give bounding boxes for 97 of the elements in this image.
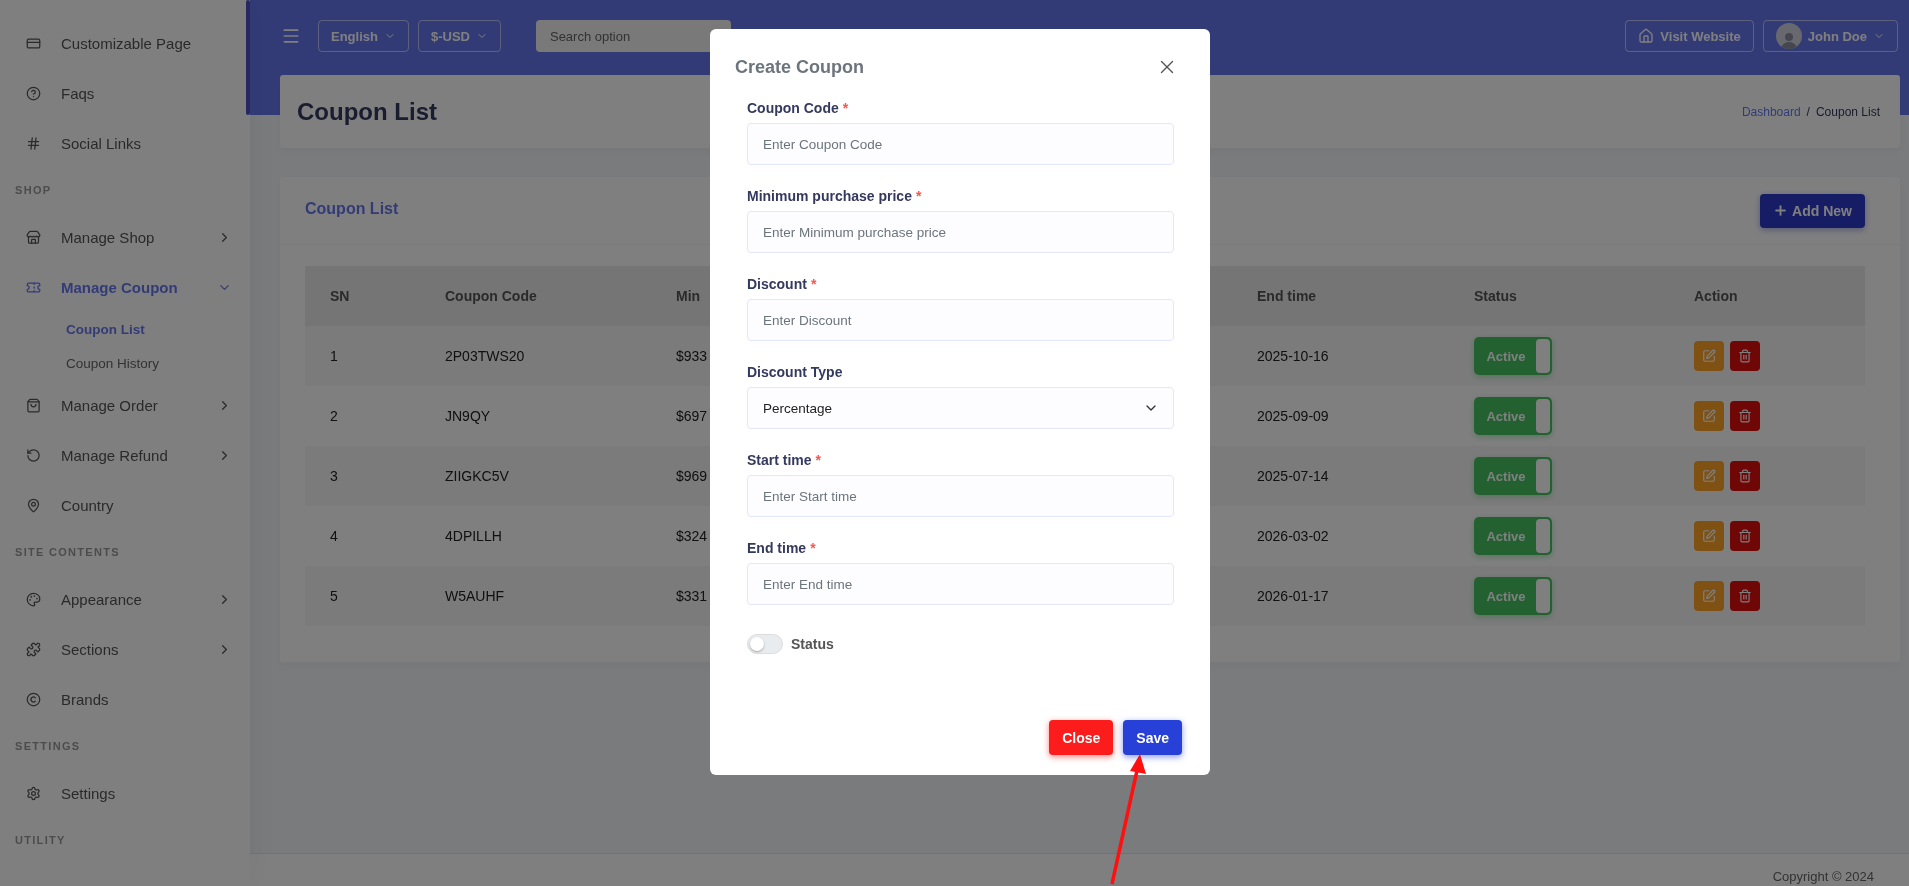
column-header: SN [305, 266, 420, 326]
sidebar-item[interactable]: Appearance [0, 574, 250, 624]
trash-icon [1738, 349, 1752, 363]
table-cell: 2026-01-17 [1232, 566, 1449, 626]
search-field[interactable]: Search option [535, 20, 731, 52]
sidebar-subitem[interactable]: Coupon History [0, 346, 250, 380]
status-toggle[interactable]: Active [1474, 337, 1552, 375]
sidebar-item[interactable]: Manage Order [0, 380, 250, 430]
close-button[interactable]: Close [1049, 720, 1114, 755]
table-cell: 3 [305, 446, 420, 506]
trash-icon [1738, 589, 1752, 603]
input-field[interactable]: Enter Start time [747, 475, 1174, 517]
status-toggle[interactable]: Active [1474, 517, 1552, 555]
input-field[interactable]: Enter Discount [747, 299, 1174, 341]
copyright-text: Copyright © 2024 [1772, 869, 1874, 886]
input-field[interactable]: Enter Minimum purchase price [747, 211, 1174, 253]
bag-icon [26, 397, 41, 413]
pin-icon [26, 497, 41, 513]
input-field[interactable]: Enter End time [747, 563, 1174, 605]
edit-icon [1702, 349, 1716, 363]
palette-icon [26, 591, 41, 607]
sidebar-item[interactable]: Manage Coupon [0, 262, 250, 312]
user-menu[interactable]: John Doe [1762, 20, 1898, 52]
plus-icon [1773, 203, 1789, 218]
delete-button[interactable] [1730, 341, 1760, 371]
trash-icon [1738, 529, 1752, 543]
edit-icon [1702, 469, 1716, 483]
field-label: Discount * [747, 276, 818, 292]
ticket-icon [26, 279, 41, 295]
edit-button[interactable] [1694, 401, 1724, 431]
switch-label: Status [791, 636, 834, 652]
field-label: Discount Type [747, 364, 844, 380]
edit-button[interactable] [1694, 581, 1724, 611]
table-cell: 5 [305, 566, 420, 626]
sidebar-item[interactable]: Manage Refund [0, 430, 250, 480]
page-title: Coupon List [297, 97, 437, 126]
status-toggle[interactable]: Active [1474, 457, 1552, 495]
visit-website-button[interactable]: Visit Website [1625, 20, 1754, 52]
sidebar-item[interactable]: Sections [0, 624, 250, 674]
sidebar-item[interactable]: Country [0, 480, 250, 530]
store-icon [26, 229, 41, 245]
column-header: Coupon Code [420, 266, 651, 326]
settings-icon [26, 785, 41, 801]
breadcrumb-separator: / [1806, 104, 1810, 119]
status-toggle[interactable]: Active [1474, 397, 1552, 435]
table-cell: ZIIGKC5V [420, 446, 651, 506]
field-label: Coupon Code * [747, 100, 850, 116]
field-label: Start time * [747, 452, 823, 468]
input-field[interactable]: Enter Coupon Code [747, 123, 1174, 165]
table-cell: W5AUHF [420, 566, 651, 626]
status-switch[interactable] [747, 634, 783, 654]
edit-icon [1702, 589, 1716, 603]
delete-button[interactable] [1730, 581, 1760, 611]
copyright-icon [26, 691, 41, 707]
home-icon [1638, 28, 1655, 44]
save-button[interactable]: Save [1123, 720, 1182, 755]
sidebar-item[interactable]: Manage Shop [0, 212, 250, 262]
add-new-button[interactable]: Add New [1760, 193, 1865, 228]
edit-icon [1702, 409, 1716, 423]
delete-button[interactable] [1730, 401, 1760, 431]
table-cell: 2025-10-16 [1232, 326, 1449, 386]
language-dropdown[interactable]: English [318, 20, 409, 52]
edit-button[interactable] [1694, 341, 1724, 371]
sidebar-item[interactable]: Brands [0, 674, 250, 724]
modal-title: Create Coupon [735, 56, 864, 78]
column-header: Action [1669, 266, 1865, 326]
column-header: Status [1449, 266, 1669, 326]
field-label: Minimum purchase price * [747, 188, 923, 204]
table-cell: 2025-07-14 [1232, 446, 1449, 506]
puzzle-icon [26, 641, 41, 657]
scrollbar[interactable] [246, 0, 250, 115]
avatar [1775, 23, 1802, 49]
delete-button[interactable] [1730, 461, 1760, 491]
breadcrumb-link[interactable]: Dashboard [1741, 104, 1801, 119]
currency-dropdown[interactable]: $-USD [417, 20, 501, 52]
sidebar-item[interactable]: Settings [0, 768, 250, 818]
field-label: End time * [747, 540, 817, 556]
question-icon [26, 85, 41, 101]
edit-button[interactable] [1694, 521, 1724, 551]
undo-icon [26, 447, 41, 463]
card-title: Coupon List [305, 199, 399, 218]
edit-button[interactable] [1694, 461, 1724, 491]
table-cell: 2P03TWS20 [420, 326, 651, 386]
edit-icon [1702, 529, 1716, 543]
table-cell: 1 [305, 326, 420, 386]
trash-icon [1738, 409, 1752, 423]
breadcrumb-current: Coupon List [1815, 104, 1880, 119]
trash-icon [1738, 469, 1752, 483]
delete-button[interactable] [1730, 521, 1760, 551]
hash-icon [26, 135, 41, 151]
select-field[interactable]: Percentage [747, 387, 1174, 429]
sidebar-subitem[interactable]: Coupon List [0, 312, 250, 346]
status-toggle[interactable]: Active [1474, 577, 1552, 615]
column-header: End time [1232, 266, 1449, 326]
sidebar-item[interactable]: Social Links [0, 118, 250, 168]
menu-icon[interactable] [281, 26, 301, 46]
card-icon [26, 35, 41, 51]
